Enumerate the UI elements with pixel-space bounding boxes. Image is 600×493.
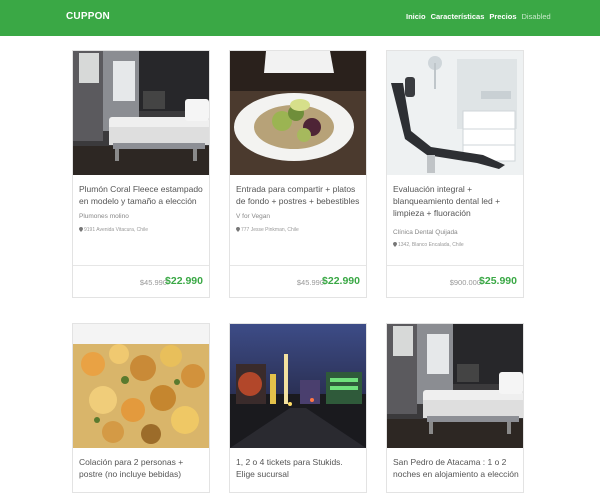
bedroom-photo[interactable] [73, 51, 209, 175]
nav-caracteristicas[interactable]: Características [431, 12, 485, 21]
deal-title[interactable]: Plumón Coral Fleece estampado en modelo … [79, 183, 205, 207]
divider [230, 265, 366, 266]
new-price: $22.990 [165, 275, 203, 287]
deal-title[interactable]: Evaluación integral + blanqueamiento den… [393, 183, 519, 219]
deal-card[interactable]: Evaluación integral + blanqueamiento den… [386, 50, 524, 298]
salad-photo[interactable] [230, 51, 366, 175]
divider [387, 265, 523, 266]
address: 1342, Blanco Encalada, Chile [393, 242, 464, 248]
address: 9191 Avenida Vitacura, Chile [79, 227, 148, 233]
deal-title[interactable]: Entrada para compartir + platos de fondo… [236, 183, 362, 207]
nav-precios[interactable]: Precios [489, 12, 516, 21]
address-text: 1342, Blanco Encalada, Chile [398, 242, 464, 248]
bedroom-photo[interactable] [387, 324, 523, 448]
new-price: $25.990 [479, 275, 517, 287]
address: 777 Jesse Pinkman, Chile [236, 227, 299, 233]
deal-title[interactable]: San Pedro de Atacama : 1 o 2 noches en a… [393, 456, 519, 480]
divider [73, 265, 209, 266]
deal-card[interactable]: Colación para 2 personas + postre (no in… [72, 323, 210, 493]
nav-inicio[interactable]: Inicio [406, 12, 426, 21]
new-price: $22.990 [322, 275, 360, 287]
food-photo[interactable] [73, 324, 209, 448]
nav-disabled: Disabled [521, 12, 551, 21]
merchant-name: Clínica Dental Quijada [393, 229, 458, 236]
merchant-name: V for Vegan [236, 213, 270, 220]
location-pin-icon [236, 227, 240, 233]
nav-menu: Inicio Características Precios Disabled [406, 12, 551, 21]
location-pin-icon [393, 242, 397, 248]
merchant-name: Plumones molino [79, 213, 129, 220]
deal-card[interactable]: Entrada para compartir + platos de fondo… [229, 50, 367, 298]
brand-logo[interactable]: CUPPON [66, 11, 110, 22]
deal-title[interactable]: 1, 2 o 4 tickets para Stukids. Elige suc… [236, 456, 362, 480]
deal-card[interactable]: 1, 2 o 4 tickets para Stukids. Elige suc… [229, 323, 367, 493]
address-text: 777 Jesse Pinkman, Chile [241, 227, 299, 233]
location-pin-icon [79, 227, 83, 233]
old-price: $45.990 [296, 278, 324, 287]
address-text: 9191 Avenida Vitacura, Chile [84, 227, 149, 233]
old-price: $45.990 [139, 278, 167, 287]
deal-card[interactable]: San Pedro de Atacama : 1 o 2 noches en a… [386, 323, 524, 493]
navbar: CUPPON Inicio Características Precios Di… [0, 0, 600, 36]
dental-chair-photo[interactable] [387, 51, 523, 175]
fair-photo[interactable] [230, 324, 366, 448]
old-price: $900.000 [449, 278, 481, 287]
deal-card[interactable]: Plumón Coral Fleece estampado en modelo … [72, 50, 210, 298]
deal-title[interactable]: Colación para 2 personas + postre (no in… [79, 456, 205, 480]
